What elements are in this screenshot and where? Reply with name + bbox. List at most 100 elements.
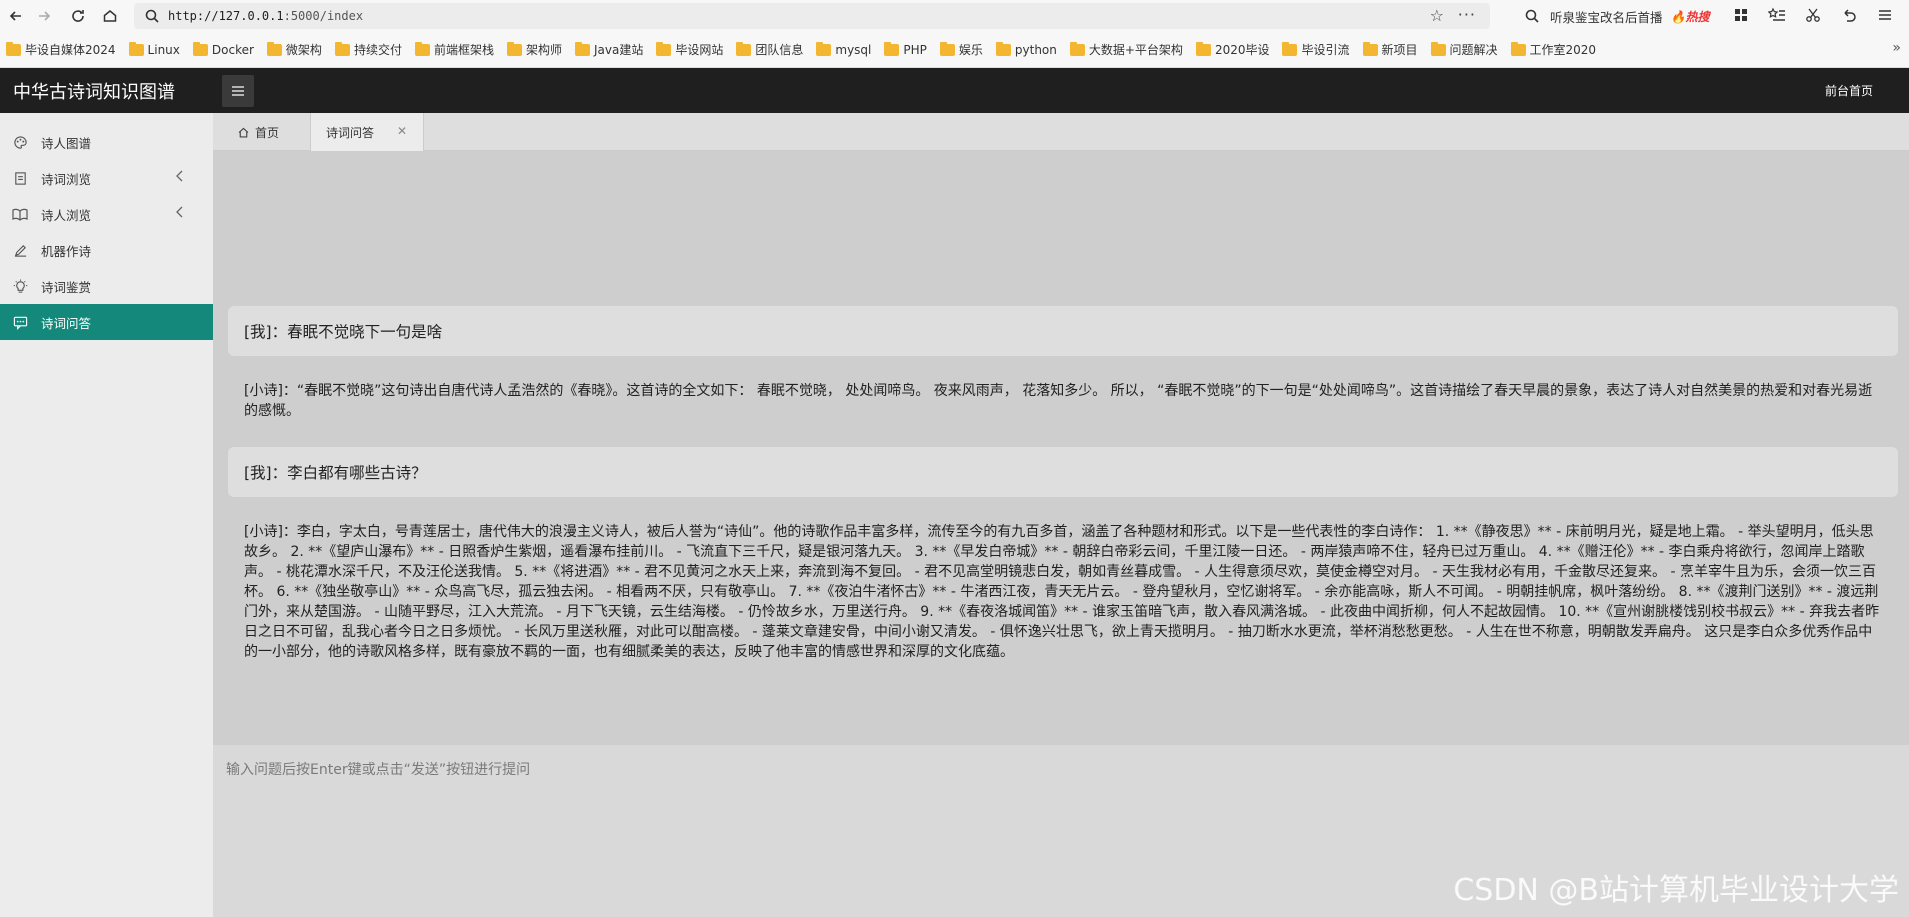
browser-toolbar: [1730, 4, 1896, 26]
menu-toggle-button[interactable]: [222, 75, 254, 107]
sidebar-item-label: 诗词问答: [41, 315, 92, 331]
menu-icon[interactable]: [1874, 4, 1896, 26]
bookmark-item[interactable]: Linux: [128, 41, 180, 57]
bookmark-item[interactable]: PHP: [884, 41, 927, 57]
bookmark-label: 工作室2020: [1529, 43, 1597, 57]
folder-icon: [656, 41, 672, 56]
bookmark-item[interactable]: 新项目: [1362, 41, 1418, 58]
sidebar-item-poet-browse[interactable]: 诗人浏览: [0, 196, 213, 232]
back-icon[interactable]: [2, 2, 30, 30]
bookmark-item[interactable]: mysql: [816, 41, 872, 57]
close-icon[interactable]: ✕: [397, 124, 407, 138]
bookmark-label: 微架构: [285, 43, 322, 57]
bookmark-label: python: [1014, 42, 1057, 57]
bookmark-label: 架构师: [525, 43, 562, 57]
sidebar-item-machine-poetry[interactable]: 机器作诗: [0, 232, 213, 268]
browser-nav-bar: http://127.0.0.1:5000/index ☆ ··· 听泉鉴宝改名…: [0, 0, 1909, 32]
bookmark-label: 毕设自媒体2024: [25, 43, 116, 57]
bookmark-item[interactable]: 团队信息: [736, 41, 803, 58]
bookmark-item[interactable]: 毕设网站: [656, 41, 723, 58]
hamburger-icon: [232, 86, 244, 96]
hot-search-box[interactable]: 听泉鉴宝改名后首播 🔥热搜: [1520, 3, 1765, 29]
tab-home[interactable]: 首页: [223, 113, 319, 151]
folder-icon: [1430, 41, 1446, 56]
bookmark-item[interactable]: Docker: [192, 41, 254, 57]
sidebar-item-label: 诗词浏览: [41, 171, 92, 187]
folder-icon: [574, 41, 590, 56]
bookmark-item[interactable]: 架构师: [506, 41, 562, 58]
folder-icon: [1362, 41, 1378, 56]
bookmark-item[interactable]: 大数据+平台架构: [1069, 41, 1183, 58]
address-bar[interactable]: http://127.0.0.1:5000/index ☆ ···: [134, 3, 1490, 29]
sidebar-item-poem-qa[interactable]: 诗词问答: [0, 304, 213, 340]
sidebar-item-poem-browse[interactable]: 诗词浏览: [0, 160, 213, 196]
palette-icon: [12, 134, 28, 150]
hot-badge-label: 热搜: [1685, 9, 1710, 24]
folder-icon: [1282, 41, 1298, 56]
bookmark-label: Linux: [147, 42, 180, 57]
bookmark-label: mysql: [835, 42, 872, 57]
bookmark-item[interactable]: 持续交付: [334, 41, 402, 58]
more-icon[interactable]: ···: [1458, 5, 1476, 24]
tab-poem-qa[interactable]: 诗词问答 ✕: [310, 113, 424, 151]
front-page-link[interactable]: 前台首页: [1825, 82, 1873, 99]
bookmark-item[interactable]: 毕设自媒体2024: [6, 41, 116, 58]
bookmark-label: 2020毕设: [1214, 43, 1270, 57]
folder-icon: [506, 41, 522, 56]
hot-badge: 🔥热搜: [1670, 9, 1710, 24]
folder-icon: [736, 41, 752, 56]
folder-icon: [414, 41, 430, 56]
pencil-icon: [12, 242, 28, 258]
user-question-bubble: [我]：春眠不觉晓下一句是啥: [228, 306, 1898, 356]
search-icon: [144, 8, 160, 28]
tab-home-label: 首页: [255, 125, 280, 140]
folder-icon: [334, 41, 350, 56]
bookmarks-overflow-icon[interactable]: »: [1892, 40, 1901, 56]
bookmark-label: 娱乐: [958, 43, 983, 57]
folder-icon: [884, 41, 900, 56]
sidebar: 诗人图谱 诗词浏览 诗人浏览 机器作诗 诗词鉴赏 诗词问答: [0, 113, 213, 917]
bookmark-item[interactable]: 2020毕设: [1195, 41, 1270, 58]
folder-icon: [1510, 41, 1526, 56]
folder-icon: [1195, 41, 1211, 56]
sidebar-item-poet-graph[interactable]: 诗人图谱: [0, 124, 213, 160]
tab-qa-label: 诗词问答: [326, 125, 375, 140]
reload-icon[interactable]: [64, 2, 92, 30]
folder-icon: [1069, 41, 1085, 56]
app-title: 中华古诗词知识图谱: [13, 82, 175, 103]
home-icon[interactable]: [96, 2, 124, 30]
bookmark-item[interactable]: 微架构: [266, 41, 322, 58]
bookmark-item[interactable]: 娱乐: [939, 41, 983, 58]
star-icon[interactable]: ☆: [1430, 6, 1444, 25]
bookmark-item[interactable]: python: [995, 41, 1057, 57]
folder-icon: [192, 41, 208, 56]
apps-grid-icon[interactable]: [1730, 4, 1752, 26]
sidebar-item-label: 机器作诗: [41, 243, 92, 259]
scissors-icon[interactable]: [1802, 4, 1824, 26]
chat-area: [我]：春眠不觉晓下一句是啥 [小诗]：“春眠不觉晓”这句诗出自唐代诗人孟浩然的…: [213, 151, 1909, 745]
bookmark-item[interactable]: 工作室2020: [1510, 41, 1597, 58]
bookmark-item[interactable]: 问题解决: [1430, 41, 1498, 58]
favorites-list-icon[interactable]: [1766, 4, 1788, 26]
chevron-left-icon: [175, 205, 185, 223]
hot-search-text: 听泉鉴宝改名后首播: [1550, 9, 1663, 25]
house-icon: [237, 126, 250, 139]
bookmark-label: 前端框架栈: [433, 43, 494, 57]
bookmark-item[interactable]: 毕设引流: [1282, 41, 1350, 58]
bookmark-item[interactable]: Java建站: [574, 41, 643, 58]
sidebar-item-label: 诗人浏览: [41, 207, 92, 223]
chat-icon: [12, 314, 28, 330]
main-content: 首页 诗词问答 ✕ [我]：春眠不觉晓下一句是啥 [小诗]：“春眠不觉晓”这句诗…: [213, 113, 1909, 917]
bookmark-item[interactable]: 前端框架栈: [414, 41, 494, 58]
document-icon: [12, 170, 28, 186]
bookmark-label: 毕设网站: [675, 43, 724, 57]
tab-bar: 首页 诗词问答 ✕: [213, 113, 1909, 151]
bookmark-label: 毕设引流: [1301, 43, 1350, 57]
bookmark-label: 问题解决: [1449, 43, 1498, 57]
bot-answer-text: [小诗]：李白，字太白，号青莲居士，唐代伟大的浪漫主义诗人，被后人誉为“诗仙”。…: [244, 524, 1880, 660]
forward-icon[interactable]: [30, 2, 58, 30]
url-host: http://127.0.0.1: [168, 9, 284, 23]
search-icon: [1524, 8, 1540, 28]
sidebar-item-poem-appreciation[interactable]: 诗词鉴赏: [0, 268, 213, 304]
undo-icon[interactable]: [1838, 4, 1860, 26]
